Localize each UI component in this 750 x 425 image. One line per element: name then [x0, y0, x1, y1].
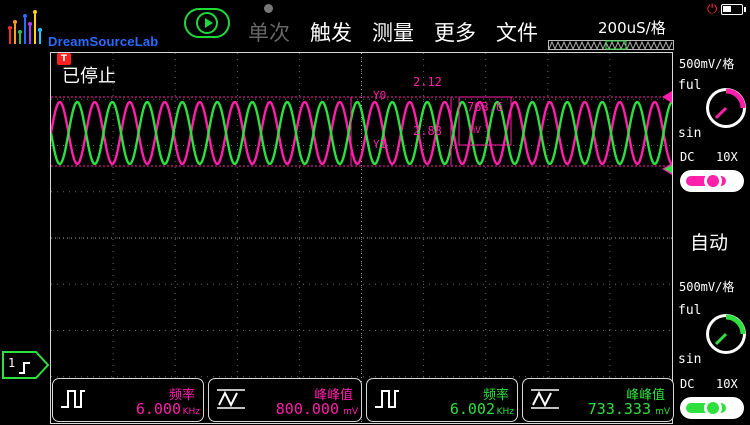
ch2-probe[interactable]: 10X	[716, 377, 738, 391]
cursor-y0-label: Y0	[373, 89, 386, 102]
ch2-freq-unit: KHz	[496, 407, 514, 417]
ch1-vpp-measure[interactable]: 峰峰值 800.000 mV	[208, 378, 362, 422]
run-stop-button[interactable]	[184, 8, 230, 38]
ch2-full-label: ful	[678, 303, 702, 318]
ch1-offset-marker[interactable]: 1	[2, 351, 50, 379]
ch1-trigger-marker	[662, 91, 672, 103]
ch1-full-label: ful	[678, 78, 702, 93]
ch1-freq-unit: KHz	[182, 407, 200, 417]
ch1-volt-scale[interactable]: 500mV/格	[679, 55, 734, 72]
trigger-mode-auto[interactable]: 自动	[690, 228, 728, 255]
battery-icon	[721, 4, 746, 15]
peak-to-peak-icon	[217, 389, 245, 409]
ch2-volt-knob[interactable]	[704, 312, 748, 356]
ch1-enable-toggle[interactable]	[680, 170, 744, 192]
ch1-sin-label: sin	[678, 126, 702, 141]
ch1-frequency-measure[interactable]: 频率 6.000 KHz	[52, 378, 204, 422]
ch2-vpp-measure[interactable]: 峰峰值 733.333 mV	[522, 378, 674, 422]
timebase-label[interactable]: 200uS/格	[598, 17, 666, 38]
square-wave-icon	[375, 390, 399, 408]
time-position-ruler[interactable]	[548, 40, 674, 50]
single-indicator-dot	[264, 4, 273, 13]
ch2-vpp-unit: mV	[655, 407, 670, 417]
ch1-freq-value: 6.000	[135, 400, 181, 418]
more-menu[interactable]: 更多	[434, 17, 476, 47]
cursor-delta-bottom: 2.88	[413, 124, 442, 138]
cursor-y1-label: Y1	[373, 138, 386, 151]
cursor-delta-top: 2.12	[413, 75, 442, 89]
waveform-display[interactable]: Y0 Y1 2.12 763.6 2.88 mV	[50, 52, 673, 424]
ch2-frequency-measure[interactable]: 频率 6.002 KHz	[366, 378, 518, 422]
waveform-canvas[interactable]: Y0 Y1 2.12 763.6 2.88 mV	[51, 53, 672, 423]
cursor-delta-value: 763.6	[467, 100, 503, 114]
ch1-volt-knob[interactable]	[704, 86, 748, 130]
brand-name: DreamSourceLab	[48, 34, 159, 49]
acquisition-status: 已停止	[62, 66, 116, 87]
ch2-freq-value: 6.002	[449, 400, 495, 418]
ch2-vpp-value: 733.333	[587, 400, 651, 418]
ch2-coupling[interactable]: DC	[680, 377, 694, 391]
ch1-vpp-unit: mV	[343, 407, 358, 417]
play-icon	[196, 12, 218, 34]
single-button[interactable]: 单次	[248, 17, 290, 47]
ch2-sin-label: sin	[678, 352, 702, 367]
file-menu[interactable]: 文件	[496, 17, 538, 47]
cursor-delta-unit: mV	[469, 125, 481, 136]
peak-to-peak-icon	[531, 389, 559, 409]
square-wave-icon	[61, 390, 85, 408]
ch1-coupling[interactable]: DC	[680, 150, 694, 164]
ch1-marker-label: 1	[8, 356, 15, 370]
trigger-menu[interactable]: 触发	[310, 17, 352, 47]
ch2-enable-toggle[interactable]	[680, 397, 744, 419]
ch1-probe[interactable]: 10X	[716, 150, 738, 164]
ch1-vpp-value: 800.000	[275, 400, 339, 418]
power-icon[interactable]: ⏻	[707, 2, 717, 17]
logo-icon	[8, 10, 42, 44]
ch2-volt-scale[interactable]: 500mV/格	[679, 278, 734, 295]
dreamsourcelab-logo: DreamSourceLab	[4, 4, 174, 49]
measure-menu[interactable]: 测量	[372, 17, 414, 47]
